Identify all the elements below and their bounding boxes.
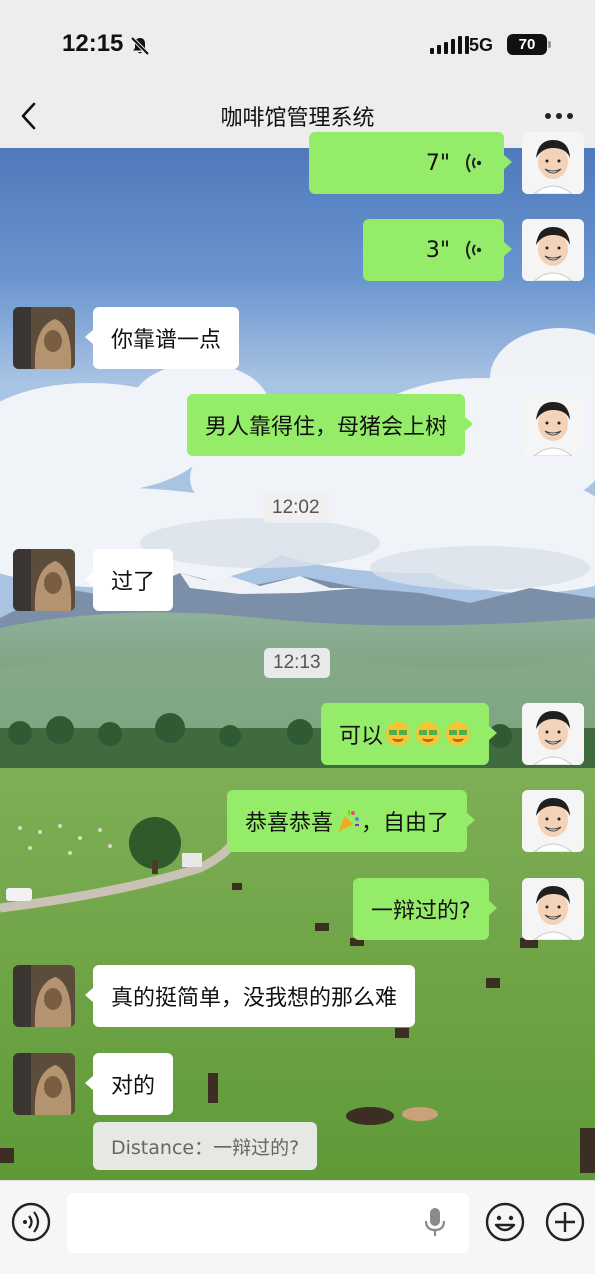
message-bubble[interactable]: 过了 [84,549,174,611]
message-text: 你靠谱一点 [111,328,222,353]
network-type: 5G [469,35,494,55]
message-bubble[interactable]: 对的 [84,1053,174,1115]
my-avatar[interactable] [522,790,584,852]
money-eyes-emoji [416,722,441,746]
status-bar: 12:15 5G 70 [0,0,595,88]
quoted-message-text: Distance：一辩过的? [111,1136,300,1159]
timestamp: 12:13 [264,648,330,678]
voice-duration: 3" [425,237,450,263]
quoted-message[interactable]: Distance：一辩过的? [93,1122,318,1170]
message-bubble[interactable]: 恭喜恭喜 ，自由了 [227,790,476,852]
smiling-boy-avatar-icon [522,790,584,852]
voice-mode-icon[interactable] [10,1201,52,1243]
my-avatar[interactable] [522,703,584,765]
my-avatar[interactable] [522,132,584,194]
battery-level: 70 [518,36,536,53]
contact-avatar[interactable] [13,307,75,369]
message-input[interactable] [67,1193,469,1253]
voice-wave-icon [466,153,482,173]
message-bubble[interactable]: 真的挺简单，没我想的那么难 [84,965,416,1027]
message-bubble[interactable]: 男人靠得住，母猪会上树 [187,394,474,456]
message-text: 一辩过的? [371,899,471,924]
bell-off-icon [130,36,150,56]
hooded-figure-avatar-icon [13,307,75,369]
smiling-boy-avatar-icon [522,132,584,194]
money-eyes-emoji [386,722,411,746]
message-text-before-emoji: 恭喜恭喜 [245,811,334,836]
message-text: 对的 [111,1074,156,1099]
hooded-figure-avatar-icon [13,549,75,611]
smiling-boy-avatar-icon [522,394,584,456]
contact-avatar[interactable] [13,1053,75,1115]
hooded-figure-avatar-icon [13,965,75,1027]
message-text-after-emoji: ，自由了 [361,811,450,836]
chat-title: 咖啡馆管理系统 [220,106,375,131]
contact-avatar[interactable] [13,549,75,611]
signal-icon [430,36,469,54]
money-eyes-emoji [446,722,471,746]
smiling-boy-avatar-icon [522,219,584,281]
message-text: 真的挺简单，没我想的那么难 [111,986,398,1011]
smiling-boy-avatar-icon [522,878,584,940]
my-avatar[interactable] [522,394,584,456]
timestamp: 12:02 [263,493,329,523]
contact-avatar[interactable] [13,965,75,1027]
message-bubble[interactable]: 可以 [321,703,498,765]
my-avatar[interactable] [522,219,584,281]
battery-icon: 70 [507,34,551,55]
voice-duration: 7" [425,150,450,176]
message-input-bar [0,1180,595,1274]
message-bubble[interactable]: 一辩过的? [353,878,497,940]
message-text: 男人靠得住，母猪会上树 [205,415,448,440]
hooded-figure-avatar-icon [13,1053,75,1115]
chat-header: 咖啡馆管理系统 [0,88,595,148]
plus-icon[interactable] [544,1201,586,1243]
message-text: 可以 [339,724,384,749]
voice-wave-icon [466,240,482,260]
message-text: 过了 [111,570,156,595]
microphone-icon[interactable] [423,1206,447,1238]
my-avatar[interactable] [522,878,584,940]
status-time: 12:15 [62,30,124,57]
smiling-boy-avatar-icon [522,703,584,765]
emoji-icon[interactable] [484,1201,526,1243]
more-options-icon[interactable] [538,98,580,134]
party-popper-emoji [338,810,360,832]
message-bubble[interactable]: 你靠谱一点 [84,307,240,369]
voice-message-bubble[interactable]: 3" [363,219,512,281]
voice-message-bubble[interactable]: 7" [309,132,512,194]
